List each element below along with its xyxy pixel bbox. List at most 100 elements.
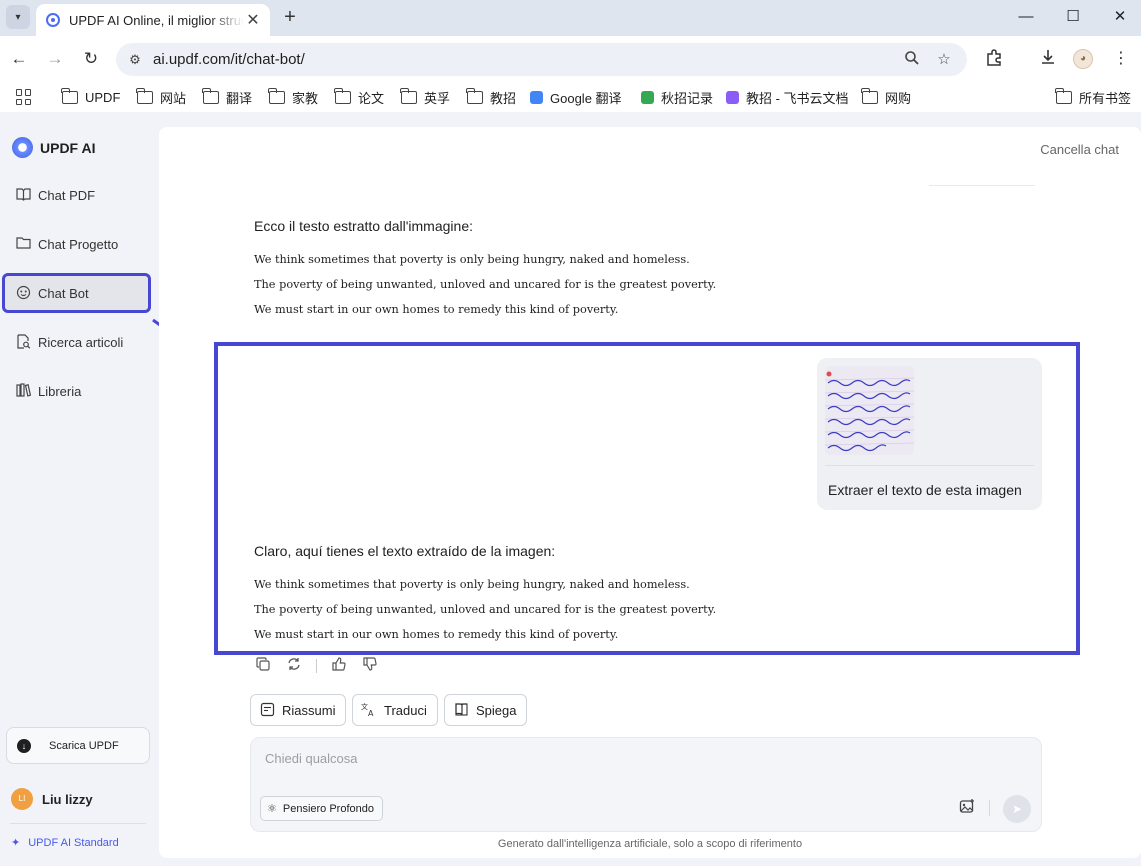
folder-icon: [400, 88, 417, 104]
assistant-message-line: We must start in our own homes to remedy…: [254, 303, 619, 316]
atom-icon: ⚛: [267, 803, 277, 815]
sidebar-item-chat-bot[interactable]: Chat Bot: [2, 273, 151, 313]
thumbs-down-icon[interactable]: [361, 657, 379, 675]
chat-panel: Cancella chat Ecco il testo estratto dal…: [159, 127, 1141, 858]
thumbs-up-icon[interactable]: [330, 657, 348, 675]
extensions-icon[interactable]: [983, 48, 1005, 70]
browser-menu-icon[interactable]: ⋮: [1110, 48, 1132, 70]
sidebar-item-libreria[interactable]: Libreria: [5, 374, 148, 408]
sidebar-divider: [10, 823, 146, 824]
summary-icon: [259, 702, 275, 718]
brand[interactable]: UPDF AI: [12, 137, 95, 158]
user-profile[interactable]: LI Liu lizzy: [11, 788, 93, 810]
back-button[interactable]: ←: [8, 48, 30, 70]
folder-icon: [136, 88, 153, 104]
translate-icon: 文A: [361, 702, 377, 718]
address-bar[interactable]: ⚙ ai.updf.com/it/chat-bot/ ☆: [116, 43, 967, 76]
regenerate-icon[interactable]: [285, 657, 303, 675]
assistant-message-line: We think sometimes that poverty is only …: [254, 578, 690, 591]
updf-favicon-icon: [46, 13, 60, 27]
google-translate-icon: [530, 91, 543, 104]
sparkle-icon: ✦: [11, 837, 21, 849]
bookmark-fanyi[interactable]: 翻译: [202, 88, 252, 106]
site-info-icon[interactable]: ⚙: [126, 51, 144, 69]
bookmark-star-icon[interactable]: ☆: [934, 50, 954, 70]
maximize-button[interactable]: ☐: [1063, 7, 1083, 27]
translate-button[interactable]: 文A Traduci: [352, 694, 438, 726]
library-icon: [15, 383, 31, 399]
user-name: Liu lizzy: [42, 791, 93, 807]
download-updf-button[interactable]: ↓ Scarica UPDF: [6, 727, 150, 764]
zoom-icon[interactable]: [902, 50, 922, 70]
updf-logo-icon: [12, 137, 33, 158]
svg-text:文: 文: [361, 702, 368, 711]
bookmark-wanggou[interactable]: 网购: [861, 88, 911, 106]
sidebar-item-ricerca-articoli[interactable]: Ricerca articoli: [5, 325, 148, 359]
folder-icon: [861, 88, 878, 104]
chat-input[interactable]: [265, 751, 865, 766]
sidebar-item-chat-progetto[interactable]: Chat Progetto: [5, 227, 148, 261]
forward-button[interactable]: →: [44, 48, 66, 70]
address-url[interactable]: ai.updf.com/it/chat-bot/: [153, 51, 305, 68]
download-circle-icon: ↓: [17, 738, 31, 753]
bot-icon: [15, 285, 31, 301]
avatar: LI: [11, 788, 33, 810]
book-open-icon: [453, 702, 469, 718]
new-tab-button[interactable]: +: [280, 6, 300, 28]
download-icon[interactable]: [1037, 48, 1059, 70]
sidebar: UPDF AI Chat PDF Chat Progetto Chat Bot …: [0, 112, 198, 866]
bookmark-wangzhan[interactable]: 网站: [136, 88, 186, 106]
summarize-button[interactable]: Riassumi: [250, 694, 347, 726]
profile-avatar[interactable]: ◕: [1073, 49, 1093, 69]
tab-close-icon[interactable]: ✕: [244, 10, 262, 30]
folder-icon: [202, 88, 219, 104]
chat-composer: ⚛ Pensiero Profondo ➤: [250, 737, 1042, 832]
all-bookmarks[interactable]: 所有书签: [1055, 88, 1131, 106]
assistant-message-intro: Ecco il testo estratto dall'immagine:: [254, 218, 473, 234]
bookmark-feishu[interactable]: 教招 - 飞书云文档: [726, 89, 849, 106]
deep-thinking-toggle[interactable]: ⚛ Pensiero Profondo: [260, 796, 383, 821]
bookmark-jiaozhao[interactable]: 教招: [466, 88, 516, 106]
bookmark-yingfu[interactable]: 英孚: [400, 88, 450, 106]
feishu-icon: [726, 91, 739, 104]
bookmark-updf[interactable]: UPDF: [61, 88, 120, 106]
updf-app: UPDF AI Chat PDF Chat Progetto Chat Bot …: [0, 112, 1141, 866]
cancel-chat-button[interactable]: Cancella chat: [1040, 142, 1119, 157]
apps-grid-icon[interactable]: [16, 89, 32, 105]
image-upload-icon[interactable]: [957, 798, 977, 818]
svg-text:A: A: [368, 709, 374, 717]
folder-icon: [61, 88, 78, 104]
tab-title: UPDF AI Online, il miglior strumento AI: [69, 12, 244, 28]
reload-button[interactable]: ↻: [80, 48, 102, 70]
send-button[interactable]: ➤: [1003, 795, 1031, 823]
assistant-message-line: The poverty of being unwanted, unloved a…: [254, 278, 717, 291]
bookmark-qiuzhao[interactable]: 秋招记录: [641, 89, 713, 106]
divider: [316, 659, 317, 673]
explain-button[interactable]: Spiega: [444, 694, 528, 726]
browser-toolbar: ← → ↻ ⚙ ai.updf.com/it/chat-bot/ ☆ ◕ ⋮: [0, 36, 1141, 82]
user-message: Extraer el texto de esta imagen: [817, 358, 1042, 510]
folder-icon: [268, 88, 285, 104]
window-close-button[interactable]: ✕: [1110, 7, 1130, 27]
folder-icon: [15, 236, 31, 252]
user-message-text: Extraer el texto de esta imagen: [828, 482, 1022, 498]
assistant-message-line: We think sometimes that poverty is only …: [254, 253, 690, 266]
search-doc-icon: [15, 334, 31, 350]
folder-icon: [1055, 88, 1072, 104]
copy-icon[interactable]: [254, 657, 272, 675]
brand-name: UPDF AI: [40, 139, 96, 156]
divider: [989, 800, 990, 816]
tab-search-button[interactable]: ▾: [6, 5, 30, 29]
assistant-message-line: The poverty of being unwanted, unloved a…: [254, 603, 717, 616]
minimize-button[interactable]: —: [1016, 7, 1036, 27]
bookmark-jiajiao[interactable]: 家教: [268, 88, 318, 106]
bookmark-lunwen[interactable]: 论文: [334, 88, 384, 106]
bookmark-google-translate[interactable]: Google 翻译: [530, 89, 622, 106]
divider: [825, 465, 1034, 466]
folder-icon: [334, 88, 351, 104]
plan-badge[interactable]: ✦ UPDF AI Standard: [11, 836, 119, 850]
sidebar-item-chat-pdf[interactable]: Chat PDF: [5, 178, 148, 212]
browser-tab[interactable]: UPDF AI Online, il miglior strumento AI …: [36, 4, 270, 36]
bookmarks-bar: UPDF 网站 翻译 家教 论文 英孚 教招 Google 翻译 秋招记录 教招…: [0, 82, 1141, 112]
handwritten-note-thumbnail[interactable]: [825, 366, 914, 455]
